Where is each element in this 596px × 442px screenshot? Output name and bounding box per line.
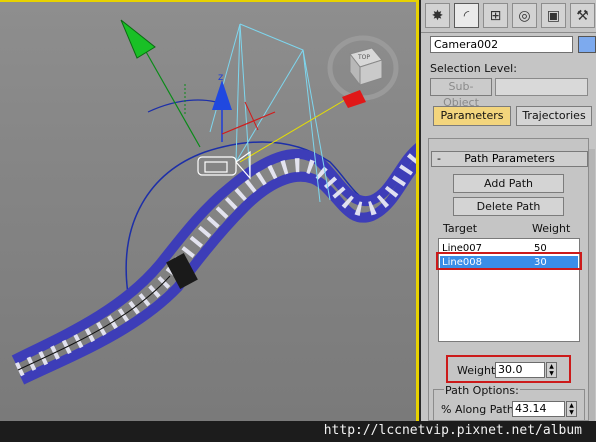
delete-path-button[interactable]: Delete Path — [453, 197, 564, 216]
hierarchy-icon[interactable]: ⊞ — [483, 3, 508, 28]
tab-trajectories[interactable]: Trajectories — [516, 106, 592, 126]
selected-target-highlight — [436, 252, 582, 270]
weight-column-header: Weight — [532, 222, 571, 235]
weight-label: Weight — [457, 364, 496, 377]
create-icon[interactable]: ✸ — [425, 3, 450, 28]
footer-bar: http://lccnetvip.pixnet.net/album — [0, 421, 596, 442]
along-path-spinner-arrows[interactable]: ▲ ▼ — [566, 401, 577, 417]
scene-canvas[interactable]: z TOP — [0, 2, 419, 421]
panel-scrollbar[interactable] — [589, 149, 595, 421]
object-color-swatch[interactable] — [578, 36, 596, 53]
rollout-title: Path Parameters — [464, 152, 555, 165]
sub-object-button[interactable]: Sub-Object — [430, 78, 492, 109]
weight-spinner-field[interactable]: 30.0 — [495, 362, 545, 378]
perspective-viewport[interactable]: z TOP — [0, 0, 419, 421]
railway-track[interactable] — [11, 143, 419, 385]
modify-icon[interactable]: ◜ — [454, 3, 479, 28]
along-path-field[interactable]: 43.14 — [512, 401, 565, 417]
add-path-button[interactable]: Add Path — [453, 174, 564, 193]
axis-z-label: z — [218, 72, 223, 83]
motion-icon[interactable]: ◎ — [512, 3, 537, 28]
transform-gizmo[interactable]: z — [120, 19, 276, 148]
utilities-icon[interactable]: ⚒ — [570, 3, 595, 28]
rollout-header[interactable]: - Path Parameters — [431, 151, 588, 167]
viewcube[interactable]: TOP — [327, 35, 399, 108]
display-icon[interactable]: ▣ — [541, 3, 566, 28]
viewcube-top-label: TOP — [357, 54, 370, 61]
path-options-label: Path Options: — [444, 384, 520, 397]
rollout-collapse-toggle[interactable]: - — [437, 152, 441, 166]
tab-parameters[interactable]: Parameters — [433, 106, 511, 126]
along-path-label: % Along Path: — [441, 403, 518, 416]
target-column-header: Target — [443, 222, 478, 235]
watermark-url: http://lccnetvip.pixnet.net/album — [323, 423, 582, 438]
weight-spinner-arrows[interactable]: ▲ ▼ — [546, 362, 557, 378]
sub-object-dropdown[interactable] — [495, 78, 588, 96]
selection-level-label: Selection Level: — [430, 62, 517, 75]
command-panel-tabs: ✸ ◜ ⊞ ◎ ▣ ⚒ — [421, 0, 596, 33]
object-name-field[interactable]: Camera002 — [430, 36, 573, 53]
